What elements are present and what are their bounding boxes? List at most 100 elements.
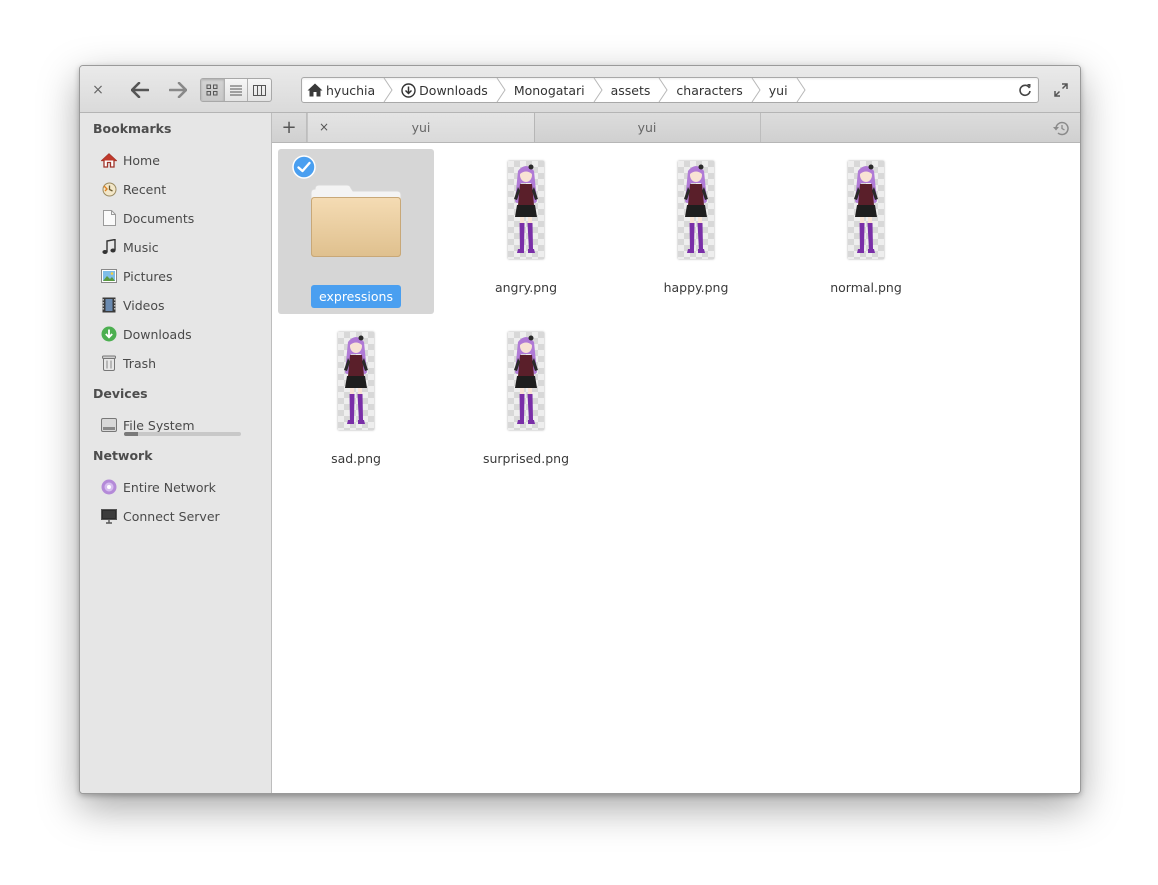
breadcrumb-label: Downloads (419, 82, 488, 98)
reload-button[interactable] (1016, 81, 1034, 99)
fullscreen-icon (1054, 83, 1068, 97)
sidebar-item-label: Pictures (123, 268, 173, 284)
disk-usage-bar (124, 432, 241, 436)
check-icon (292, 155, 316, 179)
sidebar-item-label: Videos (123, 297, 165, 313)
image-thumbnail (476, 160, 576, 260)
breadcrumb-label: assets (610, 82, 651, 98)
file-name: sad.png (331, 451, 381, 466)
devices-heading: Devices (93, 386, 148, 401)
sidebar-item-pictures[interactable]: Pictures (101, 265, 261, 287)
sidebar-item-connect-server[interactable]: Connect Server (101, 505, 261, 527)
sidebar-item-documents[interactable]: Documents (101, 207, 261, 229)
sidebar-item-label: Recent (123, 181, 167, 197)
folder-item[interactable]: expressions (278, 149, 434, 314)
character-sprite (338, 332, 374, 430)
network-icon (101, 479, 117, 495)
icon-view-button[interactable] (201, 79, 225, 101)
disk-usage-fill (124, 432, 139, 436)
list-view-button[interactable] (225, 79, 249, 101)
sidebar: Bookmarks Home Recent Documents Music Pi… (80, 113, 272, 793)
image-thumbnail (476, 331, 576, 431)
music-icon (101, 239, 117, 255)
breadcrumb-separator (751, 78, 761, 102)
breadcrumb-monogatari[interactable]: Monogatari (506, 78, 593, 102)
breadcrumb-label: Monogatari (513, 82, 585, 98)
breadcrumb-separator (496, 78, 506, 102)
back-button[interactable] (128, 79, 152, 101)
column-view-button[interactable] (248, 79, 271, 101)
history-icon (1052, 121, 1069, 135)
folder-icon (306, 171, 406, 271)
drive-icon (101, 417, 117, 433)
documents-icon (101, 210, 117, 226)
sidebar-item-label: File System (123, 417, 195, 433)
file-name: expressions (311, 285, 401, 308)
sidebar-item-label: Entire Network (123, 479, 216, 495)
breadcrumb-separator (383, 78, 393, 102)
character-sprite (508, 161, 544, 259)
breadcrumb-label: yui (768, 82, 788, 98)
file-manager-window: × hyuchia Downloads Monogatari assets ch… (79, 65, 1081, 794)
tab-label: yui (637, 120, 657, 135)
network-heading: Network (93, 448, 153, 463)
videos-icon (101, 297, 117, 313)
sidebar-item-label: Home (123, 152, 160, 168)
file-name: surprised.png (482, 451, 570, 466)
image-file-item[interactable]: angry.png (448, 149, 604, 314)
close-tab-button[interactable]: × (316, 119, 332, 135)
sidebar-item-downloads[interactable]: Downloads (101, 323, 261, 345)
breadcrumb-separator (658, 78, 669, 102)
image-thumbnail (816, 160, 916, 260)
list-icon (230, 85, 242, 95)
file-view: expressions angry.png happy.png normal.p… (272, 143, 1080, 793)
breadcrumb-label: hyuchia (326, 82, 376, 98)
breadcrumb-yui[interactable]: yui (761, 78, 796, 102)
pictures-icon (101, 268, 117, 284)
breadcrumb-label: characters (676, 82, 743, 98)
tab-bar: + × yui yui (272, 113, 1080, 143)
arrow-right-icon (169, 82, 187, 98)
sidebar-item-entire-network[interactable]: Entire Network (101, 476, 261, 498)
image-file-item[interactable]: sad.png (278, 320, 434, 485)
sidebar-item-home[interactable]: Home (101, 149, 261, 171)
breadcrumb-downloads[interactable]: Downloads (393, 78, 496, 102)
tab-yui[interactable]: yui (534, 113, 761, 142)
character-sprite (508, 332, 544, 430)
image-file-item[interactable]: happy.png (618, 149, 774, 314)
arrow-left-icon (131, 82, 149, 98)
columns-icon (253, 84, 267, 96)
sidebar-item-label: Downloads (123, 326, 192, 342)
sidebar-item-music[interactable]: Music (101, 236, 261, 258)
sidebar-item-label: Trash (123, 355, 157, 371)
breadcrumb-assets[interactable]: assets (603, 78, 659, 102)
character-sprite (678, 161, 714, 259)
new-tab-button[interactable]: + (272, 113, 307, 142)
sidebar-item-trash[interactable]: Trash (101, 352, 261, 374)
tab-yui-active[interactable]: × yui (307, 113, 535, 142)
image-thumbnail (306, 331, 406, 431)
image-file-item[interactable]: surprised.png (448, 320, 604, 485)
recent-icon (101, 181, 117, 197)
grid-icon (206, 84, 218, 96)
tab-label: yui (411, 120, 431, 135)
breadcrumb-separator (796, 78, 806, 102)
breadcrumb-characters[interactable]: characters (668, 78, 750, 102)
trash-icon (101, 355, 117, 371)
image-file-item[interactable]: normal.png (788, 149, 944, 314)
sidebar-item-recent[interactable]: Recent (101, 178, 261, 200)
image-thumbnail (646, 160, 746, 260)
downloads-icon (101, 326, 117, 342)
file-name: normal.png (830, 280, 902, 295)
home-icon (307, 83, 323, 97)
tab-history-button[interactable] (1050, 118, 1070, 138)
bookmarks-heading: Bookmarks (93, 121, 172, 136)
breadcrumb-hyuchia[interactable]: hyuchia (302, 78, 383, 102)
sidebar-item-videos[interactable]: Videos (101, 294, 261, 316)
close-window-button[interactable]: × (88, 80, 108, 100)
fullscreen-button[interactable] (1052, 81, 1070, 99)
sidebar-item-label: Music (123, 239, 159, 255)
forward-button[interactable] (166, 79, 190, 101)
character-sprite (848, 161, 884, 259)
location-bar[interactable]: hyuchia Downloads Monogatari assets char… (301, 77, 1039, 103)
